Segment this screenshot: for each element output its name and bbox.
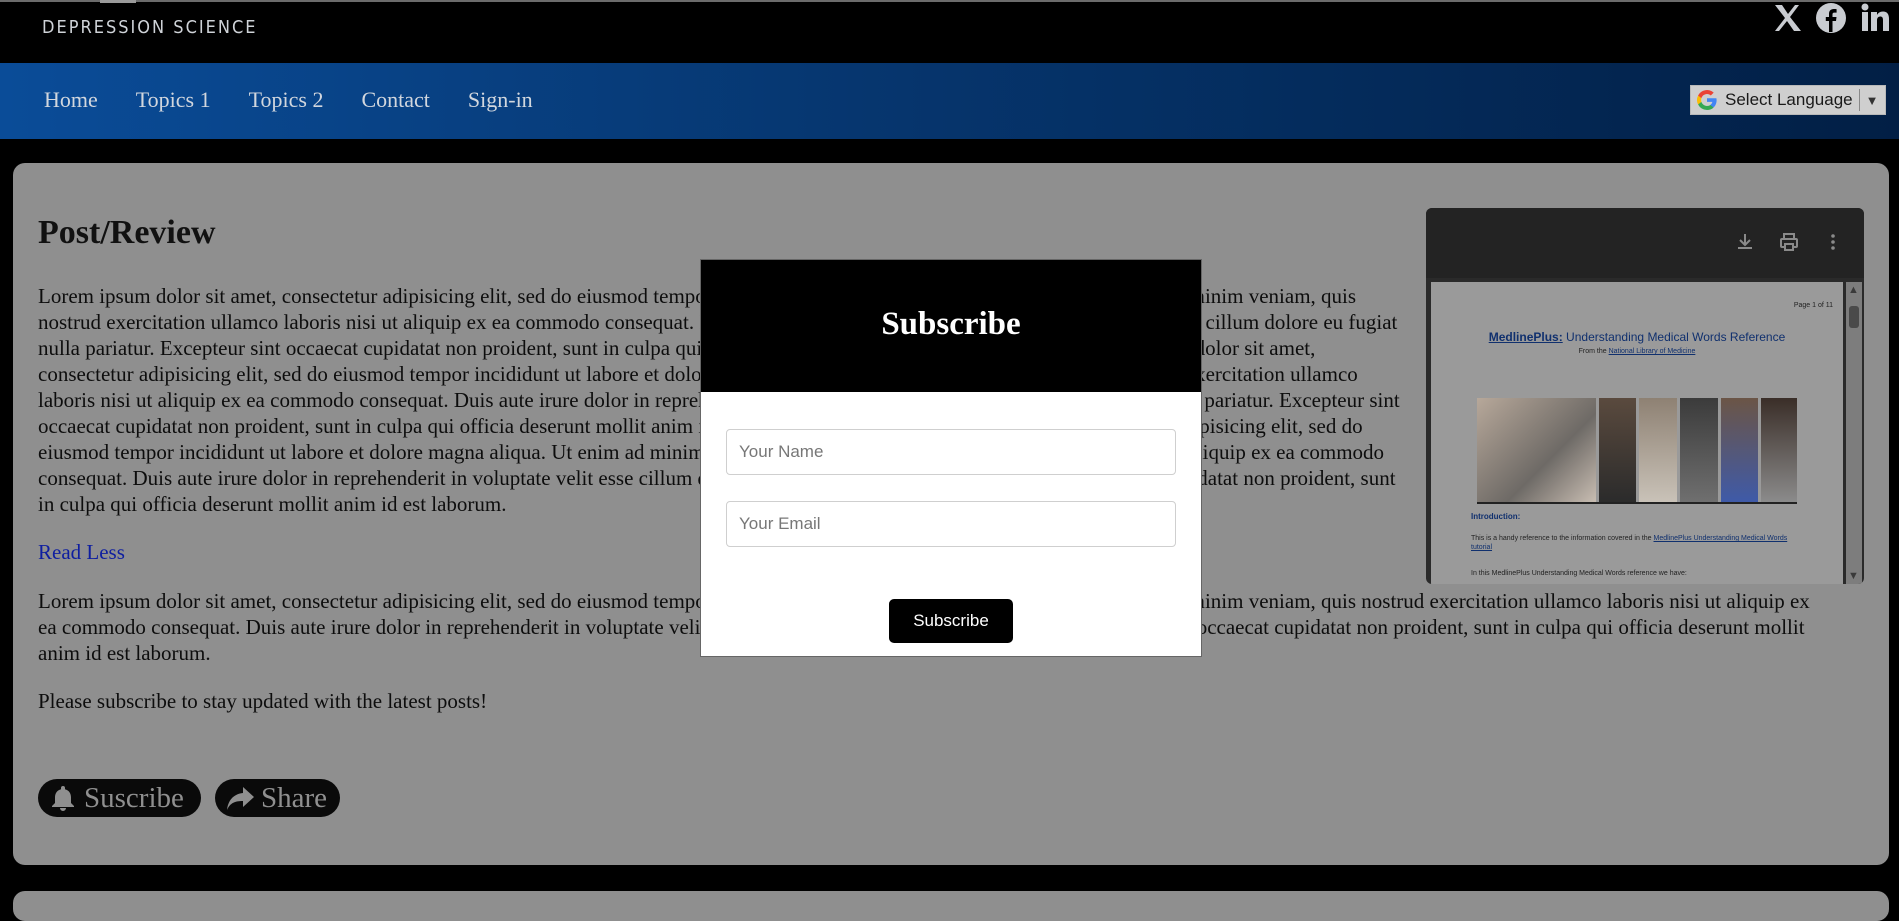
next-card: [13, 891, 1889, 921]
top-tick: [100, 0, 136, 3]
pdf-scrollbar[interactable]: ▲ ▼: [1846, 282, 1862, 584]
nav-topics-1[interactable]: Topics 1: [136, 87, 211, 113]
pdf-doc-subtitle: From the National Library of Medicine: [1431, 348, 1843, 355]
pdf-doc-from: From the: [1578, 348, 1609, 355]
pdf-photo-portrait-1: [1598, 398, 1637, 502]
linkedin-icon[interactable]: [1859, 1, 1891, 35]
top-border: [0, 0, 1899, 2]
social-links: [1771, 1, 1891, 35]
subscribe-pill-button[interactable]: Suscribe: [38, 779, 201, 817]
pdf-page: Page 1 of 11 MedlinePlus: Understanding …: [1431, 282, 1843, 584]
nav-contact[interactable]: Contact: [361, 87, 429, 113]
subscribe-pill-label: Suscribe: [84, 781, 184, 814]
facebook-icon[interactable]: [1815, 1, 1847, 35]
pdf-photo-portrait-3: [1680, 398, 1718, 502]
bell-icon: [48, 783, 78, 813]
main-nav: Home Topics 1 Topics 2 Contact Sign-in S…: [0, 63, 1899, 139]
language-select[interactable]: Select Language ▼: [1690, 85, 1886, 115]
pdf-intro-text: This is a handy reference to the informa…: [1471, 534, 1801, 552]
scroll-up-icon[interactable]: ▲: [1848, 284, 1859, 296]
pdf-viewer[interactable]: Page 1 of 11 MedlinePlus: Understanding …: [1426, 208, 1864, 584]
language-label: Select Language: [1725, 90, 1853, 109]
pdf-photo-portrait-5: [1761, 398, 1797, 502]
name-input[interactable]: [726, 429, 1176, 475]
pdf-doc-from-link[interactable]: National Library of Medicine: [1609, 348, 1696, 355]
print-icon[interactable]: [1778, 231, 1800, 253]
scroll-down-icon[interactable]: ▼: [1848, 570, 1859, 582]
pdf-photo-portrait-4: [1720, 398, 1759, 502]
top-bar: DEPRESSION SCIENCE: [0, 0, 1899, 63]
share-icon: [225, 783, 255, 813]
modal-header: Subscribe: [701, 260, 1201, 392]
modal-title: Subscribe: [881, 306, 1021, 342]
language-divider: [1858, 89, 1860, 111]
pdf-intro-text-2: In this MedlinePlus Understanding Medica…: [1471, 570, 1687, 577]
scroll-thumb[interactable]: [1849, 306, 1859, 328]
google-icon: [1695, 88, 1719, 112]
pdf-intro-text-1: This is a handy reference to the informa…: [1471, 535, 1654, 542]
download-icon[interactable]: [1734, 231, 1756, 253]
modal-subscribe-button[interactable]: Subscribe: [889, 599, 1013, 643]
pdf-doc-title-text: Understanding Medical Words Reference: [1562, 330, 1786, 344]
post-title: Post/Review: [38, 214, 216, 251]
share-label: Share: [261, 781, 328, 814]
dropdown-arrow-icon: ▼: [1865, 92, 1879, 108]
site-brand[interactable]: DEPRESSION SCIENCE: [42, 17, 258, 38]
nav-menu: Home Topics 1 Topics 2 Contact Sign-in: [44, 87, 571, 113]
more-options-icon[interactable]: [1822, 231, 1844, 253]
read-less-link[interactable]: Read Less: [38, 540, 125, 565]
nav-sign-in[interactable]: Sign-in: [468, 87, 533, 113]
subscribe-prompt: Please subscribe to stay updated with th…: [38, 689, 488, 713]
pdf-page-number: Page 1 of 11: [1793, 302, 1833, 309]
pdf-photo-doctor-patient: [1477, 398, 1596, 502]
subscribe-modal: Subscribe Subscribe: [700, 259, 1202, 657]
pdf-photo-portrait-2: [1639, 398, 1678, 502]
pdf-doc-title-link[interactable]: MedlinePlus:: [1489, 330, 1563, 344]
pdf-photo-strip: [1477, 398, 1797, 504]
pdf-doc-title: MedlinePlus: Understanding Medical Words…: [1431, 330, 1843, 344]
email-input[interactable]: [726, 501, 1176, 547]
nav-home[interactable]: Home: [44, 87, 98, 113]
nav-topics-2[interactable]: Topics 2: [249, 87, 324, 113]
x-icon[interactable]: [1771, 1, 1803, 35]
pdf-intro-heading: Introduction:: [1471, 512, 1521, 521]
share-button[interactable]: Share: [215, 779, 340, 817]
pdf-tools: [1734, 231, 1844, 253]
